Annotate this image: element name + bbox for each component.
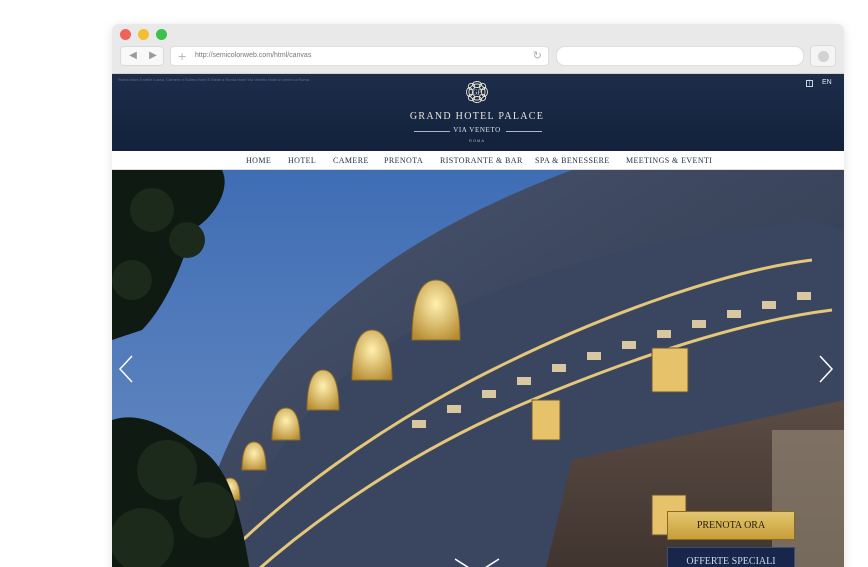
nav-meetings-eventi[interactable]: MEETINGS & EVENTI (626, 151, 712, 170)
logo-monogram: GP (472, 89, 482, 97)
maximize-window-dot[interactable] (156, 29, 167, 40)
special-offers-button[interactable]: OFFERTE SPECIALI (667, 547, 795, 567)
website-viewport: Roma hotel 5 stelle Lusso, Camere e Suit… (112, 74, 844, 567)
language-switch[interactable]: EN (822, 79, 832, 86)
hero-slider: PRENOTA ORA OFFERTE SPECIALI (112, 170, 844, 567)
nav-camere[interactable]: CAMERE (333, 151, 369, 170)
nav-prenota[interactable]: PRENOTA (384, 151, 423, 170)
hotel-logo-emblem[interactable]: GP (462, 78, 492, 106)
slider-next-icon[interactable] (816, 354, 836, 384)
header-tagline: Roma hotel 5 stelle Lusso, Camere e Suit… (118, 77, 309, 82)
browser-toolbar: ◀ ▶ + http://semicolonweb.com/html/canva… (112, 24, 844, 74)
hotel-street: VIA VENETO (453, 126, 501, 134)
nav-hotel[interactable]: HOTEL (288, 151, 316, 170)
extension-button[interactable] (810, 45, 836, 67)
main-navigation: HOME HOTEL CAMERE PRENOTA RISTORANTE & B… (112, 151, 844, 170)
plus-icon[interactable]: + (178, 47, 186, 65)
history-buttons: ◀ ▶ (120, 46, 164, 66)
hotel-city: ROMA (469, 138, 485, 143)
scroll-down-chevron-icon[interactable] (452, 556, 502, 567)
back-arrow-icon[interactable]: ◀ (123, 48, 143, 64)
close-window-dot[interactable] (120, 29, 131, 40)
hotel-name[interactable]: GRAND HOTEL PALACE (362, 111, 592, 122)
hotel-building-photo (112, 170, 844, 567)
nav-home[interactable]: HOME (246, 151, 271, 170)
nav-ristorante-bar[interactable]: RISTORANTE & BAR (440, 151, 523, 170)
url-text[interactable]: http://semicolonweb.com/html/canvas (195, 47, 311, 65)
language-separator: | (806, 80, 813, 87)
slider-prev-icon[interactable] (116, 354, 136, 384)
circle-icon (818, 51, 829, 62)
minimize-window-dot[interactable] (138, 29, 149, 40)
browser-window: ◀ ▶ + http://semicolonweb.com/html/canva… (112, 24, 844, 567)
site-header: Roma hotel 5 stelle Lusso, Camere e Suit… (112, 74, 844, 151)
address-bar[interactable]: + http://semicolonweb.com/html/canvas ↻ (170, 46, 549, 66)
forward-arrow-icon[interactable]: ▶ (143, 48, 163, 64)
logo-divider-right (506, 131, 542, 132)
nav-spa-benessere[interactable]: SPA & BENESSERE (535, 151, 610, 170)
reload-icon[interactable]: ↻ (533, 47, 542, 65)
search-field[interactable] (556, 46, 804, 66)
book-now-button[interactable]: PRENOTA ORA (667, 511, 795, 540)
